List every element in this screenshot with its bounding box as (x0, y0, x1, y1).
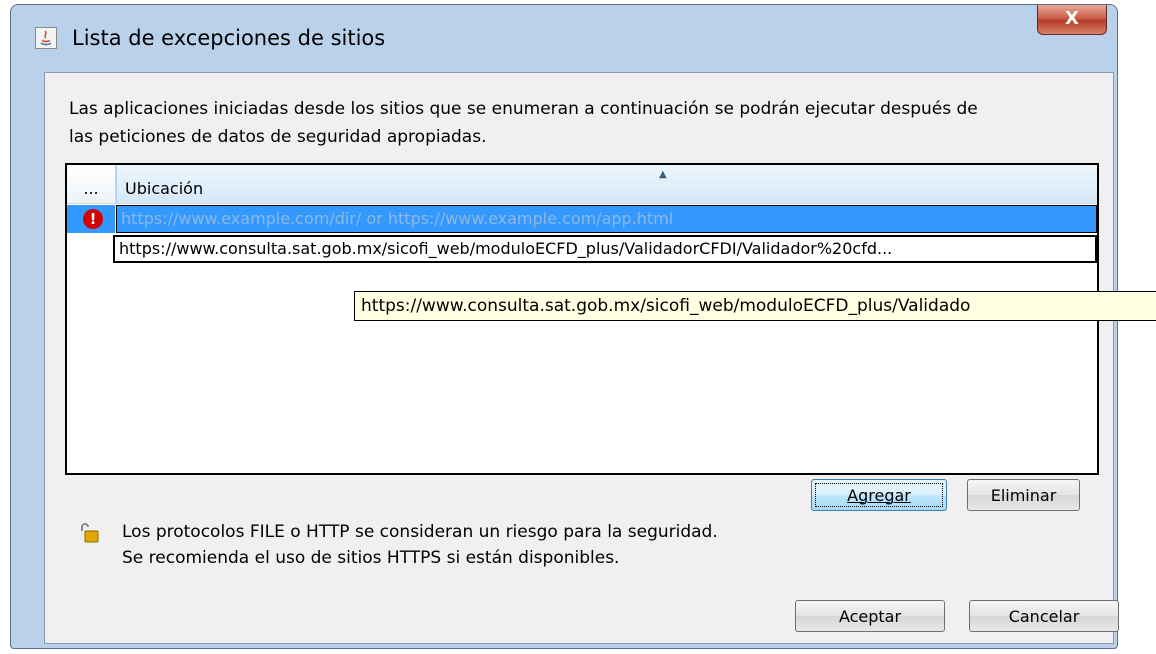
unlocked-padlock-icon (79, 521, 99, 543)
remove-button-label: Eliminar (990, 485, 1057, 505)
warning-line-2: Se recomienda el uso de sitios HTTPS si … (122, 548, 620, 568)
window-title: Lista de excepciones de sitios (72, 26, 386, 50)
location-edit-field[interactable]: https://www.example.com/dir/ or https://… (116, 205, 1097, 233)
ok-button[interactable]: Aceptar (795, 600, 945, 632)
table-header: ... ▲ Ubicación (67, 165, 1097, 204)
title-bar[interactable]: Lista de excepciones de sitios X (11, 5, 1117, 71)
column-header-status[interactable]: ... (67, 165, 116, 203)
description-line-1: Las aplicaciones iniciadas desde los sit… (69, 99, 978, 119)
close-icon: X (1065, 8, 1079, 29)
description-text: Las aplicaciones iniciadas desde los sit… (69, 95, 1109, 151)
table-row[interactable]: https://www.consulta.sat.gob.mx/sicofi_w… (67, 235, 1097, 263)
row-status-cell: ! (67, 205, 115, 233)
sort-ascending-icon: ▲ (659, 169, 667, 180)
warning-line-1: Los protocolos FILE o HTTP se consideran… (122, 522, 718, 542)
java-icon (35, 27, 57, 49)
error-icon: ! (83, 209, 103, 229)
dialog-content: Las aplicaciones iniciadas desde los sit… (44, 72, 1119, 644)
column-header-location-label: Ubicación (125, 179, 204, 198)
add-button-label: Agregar (847, 485, 911, 505)
dialog-window: Lista de excepciones de sitios X Las apl… (10, 4, 1119, 649)
column-header-location[interactable]: ▲ Ubicación (116, 165, 1097, 203)
security-warning-text: Los protocolos FILE o HTTP se consideran… (122, 519, 718, 571)
table-row[interactable]: ! https://www.example.com/dir/ or https:… (67, 205, 1097, 233)
cancel-button-label: Cancelar (1008, 606, 1080, 626)
close-button[interactable]: X (1037, 5, 1107, 35)
remove-button[interactable]: Eliminar (967, 479, 1080, 511)
cancel-button[interactable]: Cancelar (969, 600, 1119, 632)
description-line-2: las peticiones de datos de seguridad apr… (69, 127, 487, 147)
ok-button-label: Aceptar (838, 606, 902, 626)
location-cell[interactable]: https://www.consulta.sat.gob.mx/sicofi_w… (113, 235, 1097, 263)
url-tooltip: https://www.consulta.sat.gob.mx/sicofi_w… (354, 291, 1156, 321)
row-status-cell (67, 235, 115, 263)
add-button[interactable]: Agregar (811, 479, 947, 511)
